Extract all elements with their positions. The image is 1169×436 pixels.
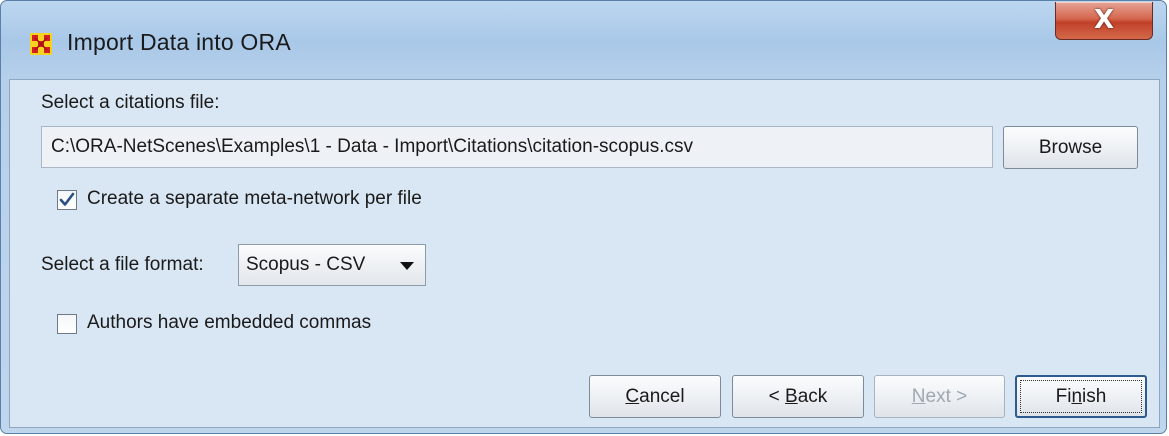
browse-button[interactable]: Browse <box>1003 126 1138 169</box>
chevron-down-icon <box>400 262 414 270</box>
embedded-commas-label[interactable]: Authors have embedded commas <box>87 312 371 334</box>
dialog-content: Select a citations file: C:\ORA-NetScene… <box>9 79 1160 428</box>
dialog-window: Import Data into ORA X Select a citation… <box>0 0 1167 434</box>
close-button[interactable]: X <box>1055 2 1153 40</box>
embedded-commas-checkbox[interactable] <box>57 314 77 334</box>
cancel-button-label: Cancel <box>625 385 685 407</box>
finish-button[interactable]: Finish <box>1015 375 1147 418</box>
back-button-label: < Back <box>768 385 828 407</box>
window-title: Import Data into ORA <box>67 29 291 55</box>
back-button[interactable]: < Back <box>732 375 864 418</box>
title-bar[interactable]: Import Data into ORA X <box>1 1 1166 79</box>
citations-file-label: Select a citations file: <box>41 92 220 113</box>
separate-network-label[interactable]: Create a separate meta-network per file <box>87 188 422 210</box>
file-format-select[interactable]: Scopus - CSV <box>238 244 426 286</box>
citations-file-input[interactable]: C:\ORA-NetScenes\Examples\1 - Data - Imp… <box>41 126 993 168</box>
next-button[interactable]: Next > <box>874 375 1005 418</box>
browse-button-label: Browse <box>1038 136 1103 158</box>
file-format-label: Select a file format: <box>41 254 204 275</box>
focus-ring <box>1020 380 1142 413</box>
checkmark-icon <box>59 192 75 206</box>
ora-network-icon <box>30 33 52 55</box>
next-button-label: Next > <box>911 385 968 407</box>
cancel-button[interactable]: Cancel <box>589 375 721 418</box>
close-icon: X <box>1093 4 1115 35</box>
file-format-selected: Scopus - CSV <box>246 254 366 275</box>
separate-network-checkbox[interactable] <box>57 190 77 210</box>
